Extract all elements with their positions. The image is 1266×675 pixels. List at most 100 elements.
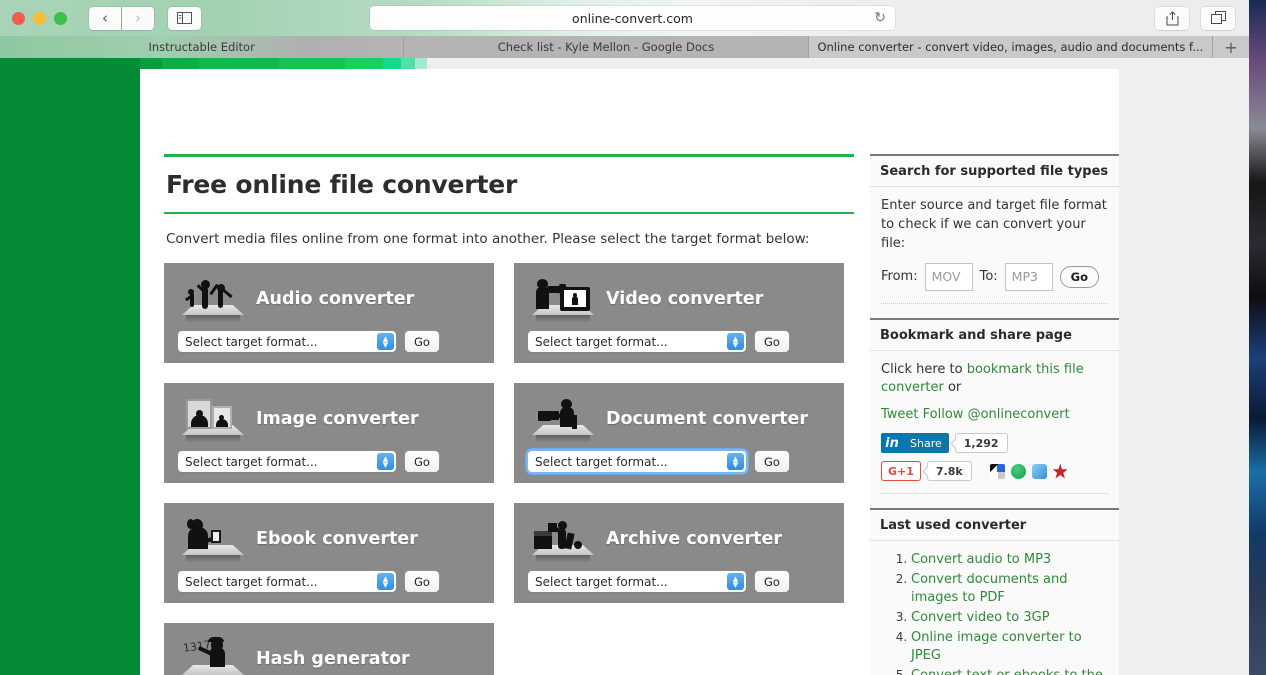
list-item[interactable]: Convert documents and images to PDF bbox=[911, 571, 1108, 607]
converter-card-ebook[interactable]: Ebook converter Select target format... … bbox=[164, 503, 494, 603]
last-used-link[interactable]: Convert documents and images to PDF bbox=[911, 572, 1068, 605]
format-search-row: From: MOV To: MP3 Go bbox=[881, 262, 1108, 291]
delicious-icon[interactable] bbox=[989, 463, 1005, 479]
last-used-link[interactable]: Convert video to 3GP bbox=[911, 610, 1050, 625]
linkedin-share-button[interactable]: in Share bbox=[881, 433, 949, 454]
target-format-select[interactable]: Select target format... ▲ ▼ bbox=[178, 331, 396, 352]
to-format-input[interactable]: MP3 bbox=[1004, 262, 1053, 291]
bookmark-text: Click here to bookmark this file convert… bbox=[881, 361, 1108, 399]
search-file-types-panel: Search for supported file types Enter so… bbox=[870, 154, 1119, 318]
tweet-link[interactable]: Tweet bbox=[881, 407, 919, 422]
chevron-updown-icon[interactable]: ▲ ▼ bbox=[727, 453, 744, 470]
converter-card-hash[interactable]: 1317 Hash generator Select target format… bbox=[164, 623, 494, 675]
ebook-reader-icon bbox=[178, 515, 248, 563]
share-button[interactable] bbox=[1155, 6, 1189, 30]
url-text: online-convert.com bbox=[572, 10, 693, 26]
reload-icon[interactable]: ↻ bbox=[874, 10, 886, 26]
converter-card-image[interactable]: Image converter Select target format... … bbox=[164, 383, 494, 483]
converter-card-audio[interactable]: Audio converter Select target format... … bbox=[164, 263, 494, 363]
show-all-tabs-icon bbox=[1210, 11, 1226, 24]
panel-heading: Bookmark and share page bbox=[870, 320, 1119, 351]
target-format-select[interactable]: Select target format... ▲ ▼ bbox=[528, 451, 746, 472]
card-controls: Select target format... ▲ ▼ Go bbox=[178, 331, 480, 352]
go-button[interactable]: Go bbox=[755, 571, 789, 592]
target-format-select[interactable]: Select target format... ▲ ▼ bbox=[178, 571, 396, 592]
tab-bar: Instructable Editor Check list - Kyle Me… bbox=[0, 36, 1249, 58]
close-window-button[interactable] bbox=[12, 11, 25, 25]
bookmark-text-suffix: or bbox=[943, 380, 962, 396]
msn-icon[interactable] bbox=[1031, 463, 1047, 479]
linkedin-share-row: in Share 1,292 bbox=[881, 433, 1108, 454]
browser-tab-2[interactable]: Online converter - convert video, images… bbox=[808, 36, 1213, 58]
chinese-share-icon[interactable] bbox=[1052, 463, 1068, 479]
share-icon bbox=[1166, 10, 1178, 25]
chevron-updown-icon[interactable]: ▲ ▼ bbox=[377, 453, 394, 470]
safari-window: ‹ › online-convert.com ↻ Instructable Ed… bbox=[0, 0, 1249, 675]
gplus-button[interactable]: G+1 bbox=[881, 461, 921, 482]
chevron-updown-icon[interactable]: ▲ ▼ bbox=[377, 573, 394, 590]
target-format-select[interactable]: Select target format... ▲ ▼ bbox=[178, 451, 396, 472]
last-used-converter-panel: Last used converter Convert audio to MP3… bbox=[870, 508, 1119, 675]
browser-tab-1[interactable]: Check list - Kyle Mellon - Google Docs bbox=[404, 36, 809, 58]
last-used-list: Convert audio to MP3 Convert documents a… bbox=[881, 551, 1108, 675]
go-button[interactable]: Go bbox=[405, 571, 439, 592]
last-used-link[interactable]: Online image converter to JPEG bbox=[911, 630, 1082, 663]
panel-body: Enter source and target file format to c… bbox=[870, 187, 1119, 303]
forward-button[interactable]: › bbox=[122, 6, 154, 30]
back-button[interactable]: ‹ bbox=[89, 6, 121, 30]
card-controls: Select target format... ▲ ▼ Go bbox=[528, 451, 830, 472]
chevron-updown-icon[interactable]: ▲ ▼ bbox=[727, 333, 744, 350]
follow-link[interactable]: Follow @onlineconvert bbox=[923, 407, 1070, 422]
card-controls: Select target format... ▲ ▼ Go bbox=[528, 331, 830, 352]
converter-card-document[interactable]: Document converter Select target format.… bbox=[514, 383, 844, 483]
go-button[interactable]: Go bbox=[755, 451, 789, 472]
maximize-window-button[interactable] bbox=[54, 11, 67, 25]
show-all-tabs-button[interactable] bbox=[1201, 6, 1235, 30]
tab-title: Instructable Editor bbox=[148, 40, 255, 54]
gplus-share-count[interactable]: 7.8k bbox=[926, 461, 972, 482]
last-used-link[interactable]: Convert text or ebooks to the MOBI forma… bbox=[911, 668, 1103, 675]
list-item[interactable]: Convert audio to MP3 bbox=[911, 551, 1108, 569]
list-item[interactable]: Convert text or ebooks to the MOBI forma… bbox=[911, 667, 1108, 675]
search-panel-description: Enter source and target file format to c… bbox=[881, 198, 1107, 251]
address-bar[interactable]: online-convert.com ↻ bbox=[370, 6, 895, 30]
linkedin-share-count[interactable]: 1,292 bbox=[954, 433, 1008, 454]
go-button[interactable]: Go bbox=[405, 451, 439, 472]
window-controls[interactable] bbox=[12, 11, 67, 25]
chevron-updown-icon[interactable]: ▲ ▼ bbox=[727, 573, 744, 590]
select-value: Select target format... bbox=[535, 454, 668, 469]
card-header: Image converter bbox=[178, 395, 480, 443]
list-item[interactable]: Convert video to 3GP bbox=[911, 609, 1108, 627]
converter-card-video[interactable]: Video converter Select target format... … bbox=[514, 263, 844, 363]
new-tab-button[interactable]: + bbox=[1212, 36, 1249, 58]
chevron-updown-icon[interactable]: ▲ ▼ bbox=[377, 333, 394, 350]
card-header: 1317 Hash generator bbox=[178, 635, 480, 675]
card-title: Document converter bbox=[606, 409, 809, 429]
list-item[interactable]: Online image converter to JPEG bbox=[911, 629, 1108, 665]
minimize-window-button[interactable] bbox=[33, 11, 46, 25]
go-button[interactable]: Go bbox=[755, 331, 789, 352]
go-button[interactable]: Go bbox=[405, 331, 439, 352]
linkedin-share-label: Share bbox=[903, 433, 949, 454]
format-search-go-button[interactable]: Go bbox=[1059, 265, 1100, 288]
card-title: Archive converter bbox=[606, 529, 782, 549]
target-format-select[interactable]: Select target format... ▲ ▼ bbox=[528, 331, 746, 352]
page-intro-text: Convert media files online from one form… bbox=[166, 231, 810, 247]
select-value: Select target format... bbox=[185, 454, 318, 469]
sidebar-toggle-button[interactable] bbox=[168, 6, 201, 30]
page-right-margin bbox=[1119, 58, 1171, 675]
video-camera-icon bbox=[528, 275, 598, 323]
from-label: From: bbox=[881, 269, 918, 285]
chevron-left-icon: ‹ bbox=[102, 8, 108, 27]
browser-tab-0[interactable]: Instructable Editor bbox=[0, 36, 405, 58]
document-desk-icon bbox=[528, 395, 598, 443]
target-format-select[interactable]: Select target format... ▲ ▼ bbox=[528, 571, 746, 592]
navigation-buttons[interactable]: ‹ › bbox=[89, 6, 154, 30]
converter-card-archive[interactable]: Archive converter Select target format..… bbox=[514, 503, 844, 603]
card-header: Video converter bbox=[528, 275, 830, 323]
stumbleupon-icon[interactable] bbox=[1010, 463, 1026, 479]
last-used-link[interactable]: Convert audio to MP3 bbox=[911, 552, 1051, 567]
from-format-input[interactable]: MOV bbox=[924, 262, 973, 291]
nav-seg-0[interactable] bbox=[0, 58, 140, 70]
chevron-right-icon: › bbox=[135, 8, 141, 27]
